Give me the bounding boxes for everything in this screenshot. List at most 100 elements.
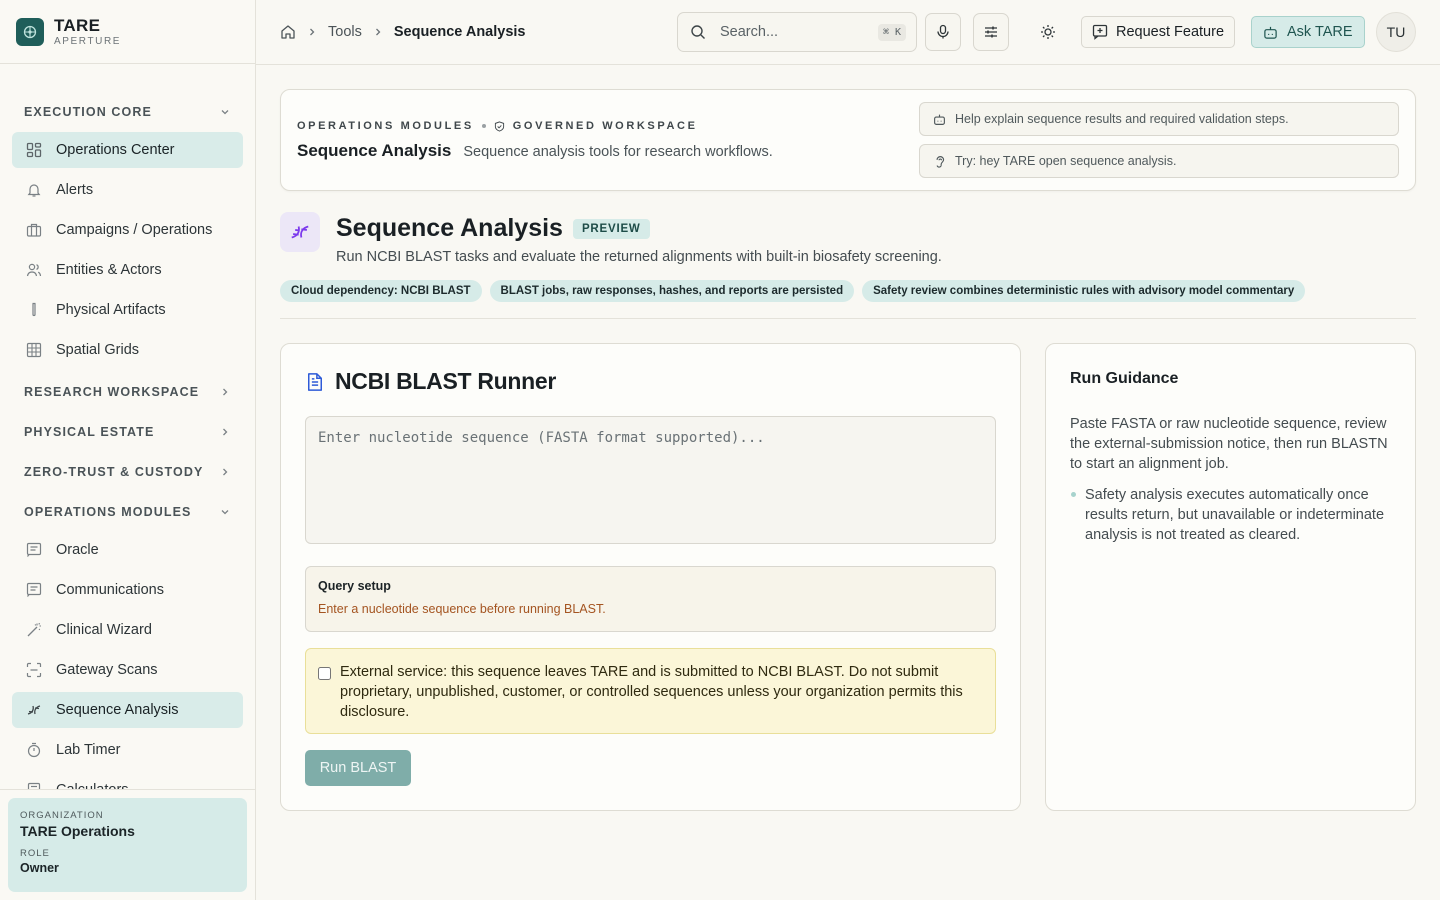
avatar[interactable]: TU — [1376, 12, 1416, 52]
sidebar-item-clinical-wizard[interactable]: Clinical Wizard — [12, 612, 243, 648]
page-header: Sequence Analysis PREVIEW Run NCBI BLAST… — [280, 191, 1416, 319]
content: OPERATIONS MODULES GOVERNED WORKSPACE Se… — [256, 65, 1440, 319]
breadcrumb-current: Sequence Analysis — [393, 24, 526, 40]
divider — [280, 318, 1416, 319]
scan-icon — [26, 662, 42, 678]
sidebar-item-label: Lab Timer — [56, 742, 121, 758]
workspace-banner: OPERATIONS MODULES GOVERNED WORKSPACE Se… — [280, 89, 1416, 191]
chevron-right-icon — [375, 28, 381, 36]
breadcrumb: Tools Sequence Analysis — [280, 24, 526, 40]
info-chips: Cloud dependency: NCBI BLAST BLAST jobs,… — [280, 280, 1306, 302]
home-icon[interactable] — [280, 24, 296, 40]
nav-group-zero-trust[interactable]: ZERO-TRUST & CUSTODY — [12, 452, 243, 492]
search-box[interactable]: ⌘ K — [677, 12, 917, 52]
sidebar-item-label: Communications — [56, 582, 164, 598]
sidebar-item-lab-timer[interactable]: Lab Timer — [12, 732, 243, 768]
sidebar-item-label: Campaigns / Operations — [56, 222, 213, 238]
filters-button[interactable] — [973, 13, 1009, 51]
eyebrow-governed: GOVERNED WORKSPACE — [512, 120, 698, 132]
table-grid-icon — [26, 342, 42, 358]
ask-tare-button[interactable]: Ask TARE — [1251, 16, 1365, 48]
file-text-icon — [308, 372, 322, 391]
assistant-hint-explain[interactable]: Help explain sequence results and requir… — [919, 102, 1399, 136]
chip-persistence: BLAST jobs, raw responses, hashes, and r… — [489, 280, 855, 302]
sidebar-item-gateway-scans[interactable]: Gateway Scans — [12, 652, 243, 688]
grid-icon — [26, 142, 42, 158]
sidebar-item-label: Entities & Actors — [56, 262, 162, 278]
banner-eyebrow: OPERATIONS MODULES GOVERNED WORKSPACE — [297, 120, 698, 132]
sidebar-item-label: Clinical Wizard — [56, 622, 152, 638]
breadcrumb-tools[interactable]: Tools — [328, 24, 362, 40]
sidebar-item-sequence-analysis[interactable]: Sequence Analysis — [12, 692, 243, 728]
sidebar-item-label: Alerts — [56, 182, 94, 198]
org-name: TARE Operations — [20, 823, 135, 839]
hint-text: Help explain sequence results and requir… — [955, 112, 1289, 126]
sidebar-item-physical-artifacts[interactable]: Physical Artifacts — [12, 292, 243, 328]
theme-toggle[interactable] — [1030, 13, 1066, 51]
topbar: Tools Sequence Analysis ⌘ K Request Feat — [256, 0, 1440, 65]
request-feature-button[interactable]: Request Feature — [1081, 16, 1236, 48]
run-guidance-panel: Run Guidance Paste FASTA or raw nucleoti… — [1045, 343, 1416, 811]
sidebar-item-label: Operations Center — [56, 142, 175, 158]
sidebar-item-entities[interactable]: Entities & Actors — [12, 252, 243, 288]
sidebar-item-label: Physical Artifacts — [56, 302, 166, 318]
nav-group-research-workspace[interactable]: RESEARCH WORKSPACE — [12, 372, 243, 412]
message-plus-icon — [1092, 24, 1108, 40]
sliders-icon — [985, 26, 997, 38]
hint-text: Try: hey TARE open sequence analysis. — [955, 154, 1177, 168]
sidebar-item-communications[interactable]: Communications — [12, 572, 243, 608]
sidebar-item-campaigns[interactable]: Campaigns / Operations — [12, 212, 243, 248]
search-icon — [691, 25, 705, 39]
organization-panel: ORGANIZATION TARE Operations ROLE Owner — [0, 789, 255, 900]
users-icon — [26, 263, 42, 277]
chevron-right-icon — [310, 28, 315, 36]
organization-card[interactable]: ORGANIZATION TARE Operations ROLE Owner — [8, 798, 247, 892]
dna-icon — [27, 705, 41, 715]
chevron-right-icon — [223, 468, 228, 476]
bot-icon — [934, 114, 945, 125]
chevron-down-icon — [221, 510, 229, 515]
brand-name: TARE — [54, 15, 101, 35]
chip-cloud-dependency: Cloud dependency: NCBI BLAST — [280, 280, 482, 302]
role-value: Owner — [20, 861, 59, 875]
page-subtitle: Run NCBI BLAST tasks and evaluate the re… — [336, 249, 942, 265]
nav-group-label: EXECUTION CORE — [24, 105, 152, 119]
banner-description: Sequence analysis tools for research wor… — [463, 144, 773, 160]
guidance-paragraph: Paste FASTA or raw nucleotide sequence, … — [1070, 416, 1388, 472]
voice-button[interactable] — [925, 13, 961, 51]
briefcase-icon — [26, 223, 42, 237]
blast-runner-panel: NCBI BLAST Runner Query setup Enter a nu… — [280, 343, 1021, 811]
external-submission-checkbox[interactable] — [318, 667, 331, 680]
brand[interactable]: TARE APERTURE — [0, 0, 255, 64]
run-blast-button[interactable]: Run BLAST — [305, 750, 411, 786]
guidance-bullet: Safety analysis executes automatically o… — [1070, 485, 1391, 545]
assistant-hint-voice[interactable]: Try: hey TARE open sequence analysis. — [919, 144, 1399, 178]
search-shortcut: ⌘ K — [877, 23, 906, 41]
search-input[interactable] — [720, 24, 860, 40]
eyebrow-modules: OPERATIONS MODULES — [297, 120, 474, 132]
chevron-right-icon — [223, 428, 228, 436]
dna-icon — [280, 212, 320, 252]
message-square-icon — [26, 542, 42, 557]
test-tube-icon — [32, 302, 36, 317]
sequence-input[interactable] — [305, 416, 996, 544]
role-label: ROLE — [20, 848, 50, 859]
sidebar-item-operations-center[interactable]: Operations Center — [12, 132, 243, 168]
avatar-initials: TU — [1386, 24, 1406, 40]
nav-group-label: PHYSICAL ESTATE — [24, 425, 155, 439]
wand-icon — [27, 622, 41, 637]
nav-group-execution-core[interactable]: EXECUTION CORE — [12, 92, 243, 132]
query-setup-title: Query setup — [318, 579, 391, 593]
chevron-right-icon — [223, 388, 228, 396]
nav-group-label: ZERO-TRUST & CUSTODY — [24, 465, 204, 479]
sidebar-item-spatial-grids[interactable]: Spatial Grids — [12, 332, 243, 368]
sidebar-item-label: Oracle — [56, 542, 99, 558]
chevron-down-icon — [221, 110, 229, 115]
nav-group-label: RESEARCH WORKSPACE — [24, 385, 200, 399]
nav-group-operations-modules[interactable]: OPERATIONS MODULES — [12, 492, 243, 532]
nav-group-physical-estate[interactable]: PHYSICAL ESTATE — [12, 412, 243, 452]
sidebar-item-oracle[interactable]: Oracle — [12, 532, 243, 568]
sidebar-item-alerts[interactable]: Alerts — [12, 172, 243, 208]
ear-icon — [936, 155, 945, 168]
runner-title-row: NCBI BLAST Runner — [305, 368, 996, 395]
